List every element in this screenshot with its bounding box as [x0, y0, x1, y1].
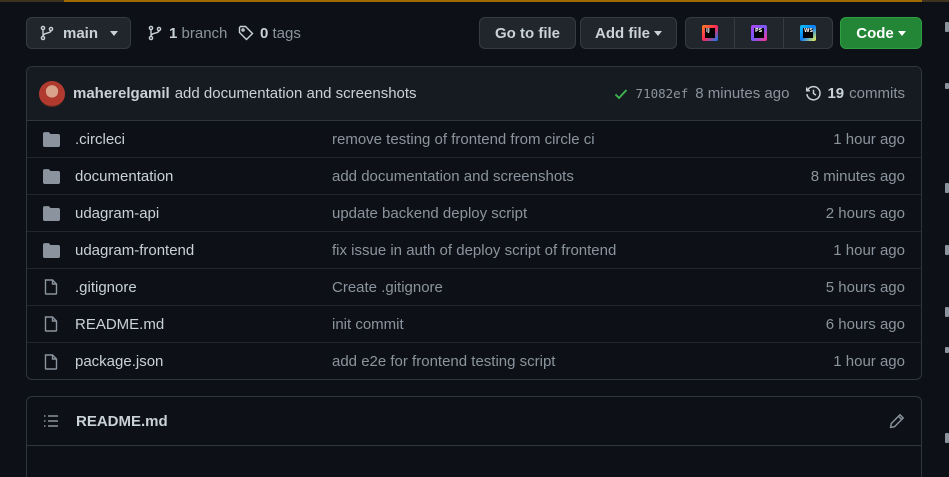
- git-branch-icon: [148, 25, 162, 41]
- file-commit-message[interactable]: update backend deploy script: [332, 205, 781, 222]
- file-icon: [44, 316, 58, 332]
- branch-name: main: [62, 24, 98, 42]
- file-age: 2 hours ago: [825, 204, 905, 222]
- file-name[interactable]: documentation: [75, 168, 332, 185]
- branch-count: 1: [169, 24, 178, 42]
- pencil-icon[interactable]: [889, 413, 905, 429]
- file-age: 1 hour ago: [833, 241, 905, 259]
- intellij-button[interactable]: IJ: [686, 18, 735, 48]
- commits-link[interactable]: 19 commits: [805, 85, 905, 102]
- branch-select-button[interactable]: main: [26, 17, 131, 49]
- file-age: 1 hour ago: [833, 130, 905, 148]
- file-row[interactable]: udagram-api update backend deploy script…: [27, 195, 921, 232]
- file-age: 6 hours ago: [825, 315, 905, 333]
- phpstorm-icon: PS: [751, 25, 767, 41]
- file-name[interactable]: README.md: [75, 316, 332, 333]
- readme-panel: README.md: [26, 396, 922, 477]
- commit-sha[interactable]: 71082ef: [636, 86, 689, 101]
- file-commit-message[interactable]: add documentation and screenshots: [332, 168, 781, 185]
- file-row[interactable]: .gitignore Create .gitignore 5 hours ago: [27, 269, 921, 306]
- go-to-file-button[interactable]: Go to file: [479, 17, 576, 49]
- folder-icon: [42, 168, 60, 184]
- file-commit-message[interactable]: fix issue in auth of deploy script of fr…: [332, 242, 781, 259]
- file-age: 8 minutes ago: [810, 167, 905, 185]
- commit-author[interactable]: maherelgamil: [73, 85, 170, 102]
- phpstorm-button[interactable]: PS: [735, 18, 784, 48]
- tags-link[interactable]: 0 tags: [238, 17, 301, 49]
- repo-toolbar: main 1 branch 0 tags Go to file Add file…: [26, 17, 922, 50]
- progress-strip: [0, 0, 949, 2]
- file-commit-message[interactable]: init commit: [332, 316, 781, 333]
- webstorm-icon: WS: [800, 25, 816, 41]
- add-file-label: Add file: [595, 24, 650, 42]
- ide-button-group: IJ PS WS: [685, 17, 833, 49]
- file-commit-message[interactable]: Create .gitignore: [332, 279, 781, 296]
- commit-count: 19: [827, 85, 845, 102]
- chevron-down-icon: [897, 30, 906, 36]
- tag-icon: [238, 25, 254, 41]
- offscreen-sidebar-edge: [943, 0, 949, 477]
- webstorm-button[interactable]: WS: [784, 18, 832, 48]
- file-commit-message[interactable]: remove testing of frontend from circle c…: [332, 131, 781, 148]
- list-icon[interactable]: [43, 413, 59, 429]
- file-row[interactable]: README.md init commit 6 hours ago: [27, 306, 921, 343]
- commit-time: 8 minutes ago: [695, 85, 790, 102]
- code-button[interactable]: Code: [840, 17, 922, 49]
- file-name[interactable]: udagram-frontend: [75, 242, 332, 259]
- add-file-button[interactable]: Add file: [580, 17, 677, 49]
- tag-count: 0: [260, 24, 269, 42]
- folder-icon: [42, 205, 60, 221]
- git-branch-icon: [40, 25, 54, 41]
- readme-title[interactable]: README.md: [76, 413, 168, 430]
- branch-word: branch: [181, 24, 228, 42]
- file-age: 1 hour ago: [833, 353, 905, 370]
- branches-link[interactable]: 1 branch: [147, 17, 227, 49]
- readme-header: README.md: [27, 397, 921, 446]
- code-button-label: Code: [856, 24, 894, 42]
- file-row[interactable]: documentation add documentation and scre…: [27, 158, 921, 195]
- file-icon: [44, 353, 58, 370]
- latest-commit-bar: maherelgamil add documentation and scree…: [27, 67, 921, 121]
- file-name[interactable]: udagram-api: [75, 205, 332, 222]
- check-icon[interactable]: [613, 86, 629, 102]
- history-icon: [806, 85, 822, 101]
- file-row[interactable]: package.json add e2e for frontend testin…: [27, 343, 921, 379]
- file-name[interactable]: .circleci: [75, 131, 332, 148]
- commit-message[interactable]: add documentation and screenshots: [175, 85, 417, 102]
- intellij-icon: IJ: [702, 25, 718, 41]
- file-commit-message[interactable]: add e2e for frontend testing script: [332, 353, 781, 370]
- commit-word: commits: [849, 85, 905, 102]
- file-icon: [44, 279, 58, 295]
- chevron-down-icon: [654, 30, 662, 36]
- folder-icon: [42, 131, 60, 147]
- file-age: 5 hours ago: [825, 278, 905, 296]
- file-row[interactable]: udagram-frontend fix issue in auth of de…: [27, 232, 921, 269]
- file-name[interactable]: package.json: [75, 353, 332, 370]
- avatar[interactable]: [39, 80, 65, 107]
- file-row[interactable]: .circleci remove testing of frontend fro…: [27, 121, 921, 158]
- file-name[interactable]: .gitignore: [75, 279, 332, 296]
- chevron-down-icon: [110, 30, 118, 36]
- tag-word: tags: [272, 24, 301, 42]
- file-browser: maherelgamil add documentation and scree…: [26, 66, 922, 380]
- folder-icon: [42, 242, 60, 258]
